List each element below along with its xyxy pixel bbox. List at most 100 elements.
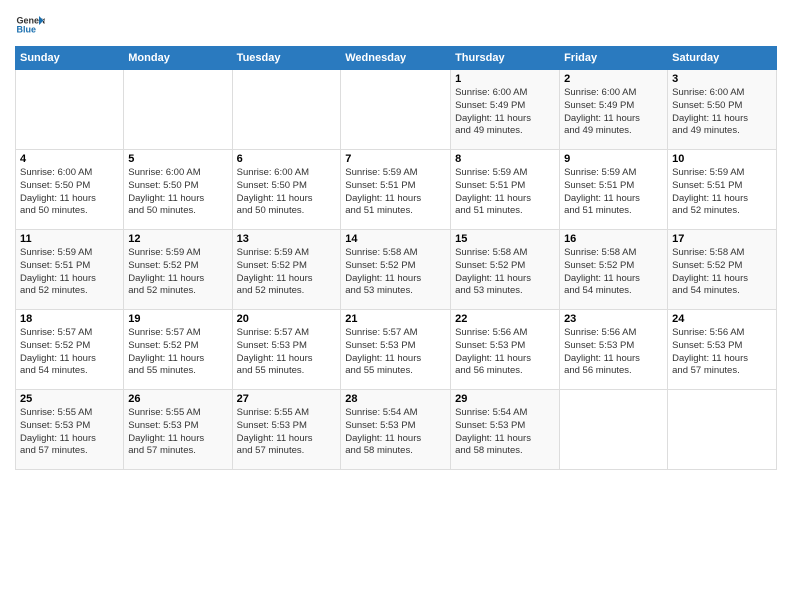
calendar-cell [16,70,124,150]
day-number: 3 [672,73,772,85]
day-number: 22 [455,313,555,325]
day-info: Sunrise: 5:56 AM Sunset: 5:53 PM Dayligh… [672,327,772,378]
day-number: 14 [345,233,446,245]
calendar-cell: 11 Sunrise: 5:59 AM Sunset: 5:51 PM Dayli… [16,230,124,310]
calendar-cell: 1 Sunrise: 6:00 AM Sunset: 5:49 PM Daylig… [451,70,560,150]
calendar-cell: 10 Sunrise: 5:59 AM Sunset: 5:51 PM Dayli… [668,150,777,230]
calendar-cell [668,390,777,470]
calendar-cell: 13 Sunrise: 5:59 AM Sunset: 5:52 PM Dayli… [232,230,341,310]
calendar-cell: 29 Sunrise: 5:54 AM Sunset: 5:53 PM Dayli… [451,390,560,470]
day-number: 10 [672,153,772,165]
calendar-cell: 21 Sunrise: 5:57 AM Sunset: 5:53 PM Dayli… [341,310,451,390]
col-header-friday: Friday [560,47,668,70]
day-info: Sunrise: 5:59 AM Sunset: 5:51 PM Dayligh… [20,247,119,298]
logo: General Blue [15,10,45,40]
day-number: 13 [237,233,337,245]
calendar-cell: 27 Sunrise: 5:55 AM Sunset: 5:53 PM Dayli… [232,390,341,470]
day-info: Sunrise: 6:00 AM Sunset: 5:50 PM Dayligh… [672,87,772,138]
day-info: Sunrise: 5:54 AM Sunset: 5:53 PM Dayligh… [345,407,446,458]
day-info: Sunrise: 5:58 AM Sunset: 5:52 PM Dayligh… [564,247,663,298]
calendar-table: SundayMondayTuesdayWednesdayThursdayFrid… [15,46,777,470]
day-info: Sunrise: 5:59 AM Sunset: 5:51 PM Dayligh… [345,167,446,218]
day-info: Sunrise: 5:59 AM Sunset: 5:52 PM Dayligh… [128,247,227,298]
day-number: 25 [20,393,119,405]
day-info: Sunrise: 5:56 AM Sunset: 5:53 PM Dayligh… [455,327,555,378]
day-info: Sunrise: 6:00 AM Sunset: 5:49 PM Dayligh… [455,87,555,138]
calendar-cell: 18 Sunrise: 5:57 AM Sunset: 5:52 PM Dayli… [16,310,124,390]
day-info: Sunrise: 5:58 AM Sunset: 5:52 PM Dayligh… [455,247,555,298]
day-info: Sunrise: 6:00 AM Sunset: 5:50 PM Dayligh… [237,167,337,218]
calendar-cell: 19 Sunrise: 5:57 AM Sunset: 5:52 PM Dayli… [124,310,232,390]
day-info: Sunrise: 5:59 AM Sunset: 5:51 PM Dayligh… [672,167,772,218]
calendar-cell [124,70,232,150]
day-number: 6 [237,153,337,165]
day-number: 24 [672,313,772,325]
logo-icon: General Blue [15,10,45,40]
calendar-cell: 6 Sunrise: 6:00 AM Sunset: 5:50 PM Daylig… [232,150,341,230]
day-number: 2 [564,73,663,85]
day-info: Sunrise: 5:58 AM Sunset: 5:52 PM Dayligh… [672,247,772,298]
day-info: Sunrise: 5:55 AM Sunset: 5:53 PM Dayligh… [128,407,227,458]
day-number: 20 [237,313,337,325]
day-info: Sunrise: 5:55 AM Sunset: 5:53 PM Dayligh… [20,407,119,458]
col-header-wednesday: Wednesday [341,47,451,70]
svg-text:Blue: Blue [17,25,37,35]
calendar-cell: 3 Sunrise: 6:00 AM Sunset: 5:50 PM Daylig… [668,70,777,150]
calendar-cell: 12 Sunrise: 5:59 AM Sunset: 5:52 PM Dayli… [124,230,232,310]
day-number: 18 [20,313,119,325]
day-info: Sunrise: 6:00 AM Sunset: 5:50 PM Dayligh… [128,167,227,218]
day-number: 16 [564,233,663,245]
day-info: Sunrise: 5:59 AM Sunset: 5:51 PM Dayligh… [564,167,663,218]
calendar-cell: 20Sunrise: 5:57 AM Sunset: 5:53 PM Dayli… [232,310,341,390]
day-info: Sunrise: 5:59 AM Sunset: 5:52 PM Dayligh… [237,247,337,298]
calendar-cell: 7 Sunrise: 5:59 AM Sunset: 5:51 PM Daylig… [341,150,451,230]
day-number: 29 [455,393,555,405]
calendar-cell: 26 Sunrise: 5:55 AM Sunset: 5:53 PM Dayli… [124,390,232,470]
col-header-saturday: Saturday [668,47,777,70]
day-number: 28 [345,393,446,405]
day-number: 9 [564,153,663,165]
day-number: 17 [672,233,772,245]
calendar-cell: 16 Sunrise: 5:58 AM Sunset: 5:52 PM Dayli… [560,230,668,310]
calendar-cell: 23 Sunrise: 5:56 AM Sunset: 5:53 PM Dayli… [560,310,668,390]
col-header-sunday: Sunday [16,47,124,70]
calendar-cell: 8 Sunrise: 5:59 AM Sunset: 5:51 PM Daylig… [451,150,560,230]
day-number: 4 [20,153,119,165]
day-info: Sunrise: 6:00 AM Sunset: 5:50 PM Dayligh… [20,167,119,218]
calendar-cell: 15 Sunrise: 5:58 AM Sunset: 5:52 PM Dayli… [451,230,560,310]
day-info: Sunrise: 5:57 AM Sunset: 5:53 PM Dayligh… [345,327,446,378]
day-number: 19 [128,313,227,325]
calendar-cell: 24 Sunrise: 5:56 AM Sunset: 5:53 PM Dayli… [668,310,777,390]
day-number: 1 [455,73,555,85]
calendar-cell: 4 Sunrise: 6:00 AM Sunset: 5:50 PM Daylig… [16,150,124,230]
calendar-cell: 17 Sunrise: 5:58 AM Sunset: 5:52 PM Dayli… [668,230,777,310]
day-info: Sunrise: 5:56 AM Sunset: 5:53 PM Dayligh… [564,327,663,378]
calendar-cell: 22 Sunrise: 5:56 AM Sunset: 5:53 PM Dayli… [451,310,560,390]
day-number: 7 [345,153,446,165]
calendar-cell [341,70,451,150]
day-number: 8 [455,153,555,165]
calendar-cell [232,70,341,150]
day-info: Sunrise: 5:58 AM Sunset: 5:52 PM Dayligh… [345,247,446,298]
calendar-cell: 28 Sunrise: 5:54 AM Sunset: 5:53 PM Dayli… [341,390,451,470]
day-number: 12 [128,233,227,245]
calendar-cell [560,390,668,470]
day-number: 15 [455,233,555,245]
day-info: Sunrise: 5:54 AM Sunset: 5:53 PM Dayligh… [455,407,555,458]
calendar-cell: 14 Sunrise: 5:58 AM Sunset: 5:52 PM Dayli… [341,230,451,310]
day-info: Sunrise: 5:55 AM Sunset: 5:53 PM Dayligh… [237,407,337,458]
day-info: Sunrise: 6:00 AM Sunset: 5:49 PM Dayligh… [564,87,663,138]
day-info: Sunrise: 5:57 AM Sunset: 5:52 PM Dayligh… [128,327,227,378]
day-info: Sunrise: 5:59 AM Sunset: 5:51 PM Dayligh… [455,167,555,218]
day-number: 21 [345,313,446,325]
day-number: 26 [128,393,227,405]
day-info: Sunrise: 5:57 AM Sunset: 5:52 PM Dayligh… [20,327,119,378]
day-number: 27 [237,393,337,405]
calendar-cell: 25 Sunrise: 5:55 AM Sunset: 5:53 PM Dayli… [16,390,124,470]
day-number: 23 [564,313,663,325]
calendar-cell: 2 Sunrise: 6:00 AM Sunset: 5:49 PM Daylig… [560,70,668,150]
day-number: 11 [20,233,119,245]
col-header-tuesday: Tuesday [232,47,341,70]
day-number: 5 [128,153,227,165]
col-header-monday: Monday [124,47,232,70]
